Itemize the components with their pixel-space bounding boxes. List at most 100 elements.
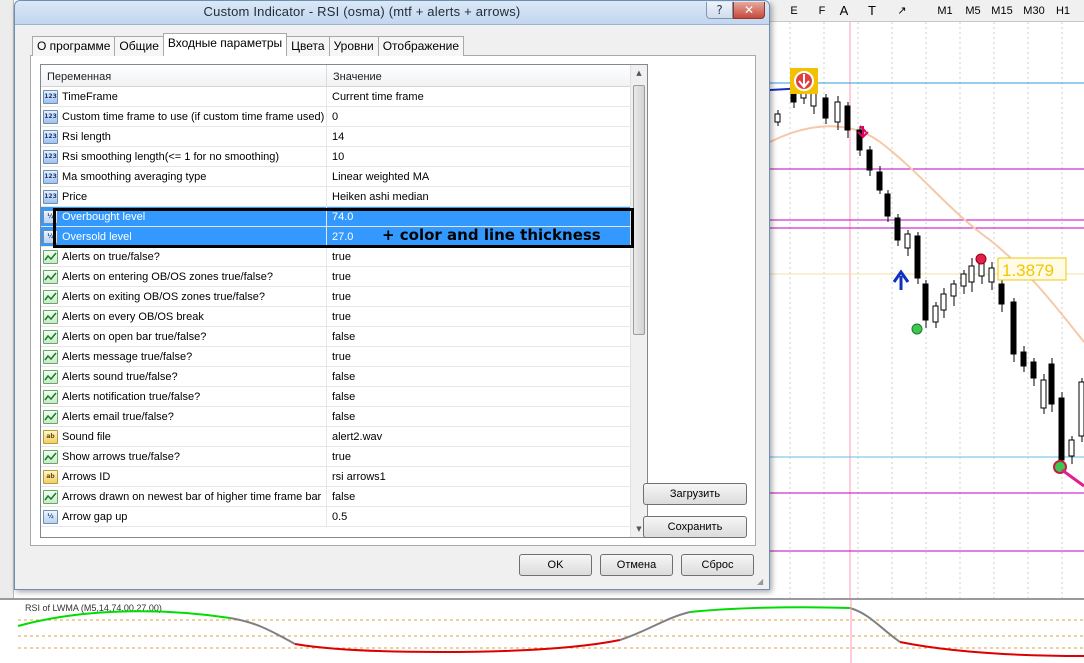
param-type-int-icon: 123 <box>43 130 58 144</box>
parameter-name: Price <box>62 191 88 203</box>
scrollbar-thumb[interactable] <box>633 85 645 335</box>
price-chart[interactable]: 1.3879 <box>770 22 1084 598</box>
timeframe-m5-button[interactable]: M5 <box>962 2 984 20</box>
parameter-value[interactable]: 0.5 <box>326 507 631 527</box>
parameter-row[interactable]: Show arrows true/false? true <box>41 447 631 467</box>
parameter-row[interactable]: 123 Price Heiken ashi median <box>41 187 631 207</box>
tab-colors[interactable]: Цвета <box>286 36 330 56</box>
column-header-value[interactable]: Значение <box>327 65 631 87</box>
grid-rows: 123 TimeFrame Current time frame 123 Custom … <box>41 87 631 527</box>
column-header-variable[interactable]: Переменная <box>41 65 327 87</box>
tool-f-button[interactable]: F <box>814 2 830 20</box>
param-type-bool-icon <box>43 350 58 364</box>
parameter-row[interactable]: Arrows drawn on newest bar of higher tim… <box>41 487 631 507</box>
parameter-value[interactable]: Linear weighted MA <box>326 167 631 187</box>
parameter-name: Ma smoothing averaging type <box>62 171 207 183</box>
parameter-value[interactable]: false <box>326 387 631 407</box>
magenta-arrow <box>1061 468 1084 488</box>
parameter-row[interactable]: ab Arrows ID rsi arrows1 <box>41 467 631 487</box>
parameter-name: Arrows ID <box>62 471 111 483</box>
timeframe-m1-button[interactable]: M1 <box>934 2 956 20</box>
parameter-value[interactable]: Heiken ashi median <box>326 187 631 207</box>
parameter-name: Show arrows true/false? <box>62 451 180 463</box>
parameter-name: Alerts on true/false? <box>62 251 160 263</box>
input-parameters-grid[interactable]: Переменная Значение 123 TimeFrame Current … <box>40 64 648 538</box>
scroll-up-icon[interactable]: ▲ <box>631 65 647 81</box>
parameter-row[interactable]: Alerts on entering OB/OS zones true/fals… <box>41 267 631 287</box>
parameter-row[interactable]: Alerts on every OB/OS break true <box>41 307 631 327</box>
parameter-row[interactable]: 123 Rsi smoothing length(<= 1 for no smoo… <box>41 147 631 167</box>
parameter-row[interactable]: ab Sound file alert2.wav <box>41 427 631 447</box>
parameter-value[interactable]: true <box>326 347 631 367</box>
parameter-name: Alerts message true/false? <box>62 351 193 363</box>
parameter-value[interactable]: 10 <box>326 147 631 167</box>
param-type-bool-icon <box>43 290 58 304</box>
parameter-value[interactable]: false <box>326 487 631 507</box>
resize-grip-icon[interactable]: ◢ <box>757 577 767 587</box>
tab-visualization[interactable]: Отображение <box>377 36 465 56</box>
tab-levels[interactable]: Уровни <box>328 36 379 56</box>
parameter-value[interactable]: false <box>326 367 631 387</box>
parameter-name: Alerts on open bar true/false? <box>62 331 207 343</box>
param-type-bool-icon <box>43 450 58 464</box>
tab-bar: О программе Общие Входные параметры Цвет… <box>32 33 465 56</box>
cancel-button[interactable]: Отмена <box>600 554 673 576</box>
parameter-value[interactable]: true <box>326 447 631 467</box>
param-type-int-icon: 123 <box>43 90 58 104</box>
param-type-bool-icon <box>43 270 58 284</box>
param-type-int-icon: 123 <box>43 170 58 184</box>
label-tool-button[interactable]: T <box>864 2 880 20</box>
parameter-value[interactable]: Current time frame <box>326 87 631 107</box>
parameter-value[interactable]: true <box>326 247 631 267</box>
parameter-row[interactable]: Alerts on true/false? true <box>41 247 631 267</box>
parameter-value[interactable]: alert2.wav <box>326 427 631 447</box>
ok-button[interactable]: OK <box>519 554 592 576</box>
sell-signal-dot <box>975 253 987 265</box>
parameter-row[interactable]: Alerts notification true/false? false <box>41 387 631 407</box>
parameter-row[interactable]: 123 TimeFrame Current time frame <box>41 87 631 107</box>
parameter-row[interactable]: 123 Custom time frame to use (if custom t… <box>41 107 631 127</box>
parameter-value[interactable]: true <box>326 287 631 307</box>
tool-e-button[interactable]: E <box>786 2 802 20</box>
load-button[interactable]: Загрузить <box>643 483 747 505</box>
parameter-value[interactable]: true <box>326 307 631 327</box>
parameter-row[interactable]: Alerts email true/false? false <box>41 407 631 427</box>
tab-inputs[interactable]: Входные параметры <box>162 33 288 56</box>
parameter-value[interactable]: 14 <box>326 127 631 147</box>
text-tool-button[interactable]: A <box>836 2 852 20</box>
timeframe-m30-button[interactable]: M30 <box>1020 2 1048 20</box>
arrow-tool-icon[interactable]: ↗ <box>894 2 910 20</box>
grid-vertical-scrollbar[interactable]: ▲ ▼ <box>630 65 647 537</box>
parameter-value[interactable]: false <box>326 407 631 427</box>
parameter-name: Rsi smoothing length(<= 1 for no smoothi… <box>62 151 280 163</box>
buy-signal-dot <box>911 323 923 335</box>
dialog-titlebar[interactable]: Custom Indicator - RSI (osma) (mtf + ale… <box>15 1 769 25</box>
reset-button[interactable]: Сброс <box>681 554 754 576</box>
parameter-row[interactable]: Alerts on open bar true/false? false <box>41 327 631 347</box>
timeframe-h1-button[interactable]: H1 <box>1052 2 1074 20</box>
left-panel-strip <box>0 0 14 663</box>
timeframe-m15-button[interactable]: M15 <box>988 2 1016 20</box>
parameter-row[interactable]: ½ Arrow gap up 0.5 <box>41 507 631 527</box>
parameter-value[interactable]: rsi arrows1 <box>326 467 631 487</box>
tab-about[interactable]: О программе <box>32 36 116 56</box>
rsi-line-chart <box>17 600 1084 663</box>
parameter-row[interactable]: Alerts sound true/false? false <box>41 367 631 387</box>
parameter-value[interactable]: true <box>326 267 631 287</box>
param-type-bool-icon <box>43 490 58 504</box>
parameter-row[interactable]: 123 Ma smoothing averaging type Linear wei… <box>41 167 631 187</box>
param-type-dbl-icon: ½ <box>43 510 58 524</box>
parameter-name: Arrows drawn on newest bar of higher tim… <box>62 491 322 503</box>
parameter-row[interactable]: Alerts message true/false? true <box>41 347 631 367</box>
save-button[interactable]: Сохранить <box>643 516 747 538</box>
parameter-name: Alerts email true/false? <box>62 411 174 423</box>
rsi-indicator-panel[interactable]: RSI of LWMA (M5,14,74.00,27.00) <box>0 598 1084 663</box>
help-button[interactable]: ? <box>706 2 733 19</box>
parameter-value[interactable]: false <box>326 327 631 347</box>
annotation-text: + color and line thickness <box>382 226 601 244</box>
parameter-value[interactable]: 0 <box>326 107 631 127</box>
close-button[interactable]: ✕ <box>733 2 765 19</box>
parameter-row[interactable]: 123 Rsi length 14 <box>41 127 631 147</box>
tab-common[interactable]: Общие <box>114 36 164 56</box>
parameter-row[interactable]: Alerts on exiting OB/OS zones true/false… <box>41 287 631 307</box>
